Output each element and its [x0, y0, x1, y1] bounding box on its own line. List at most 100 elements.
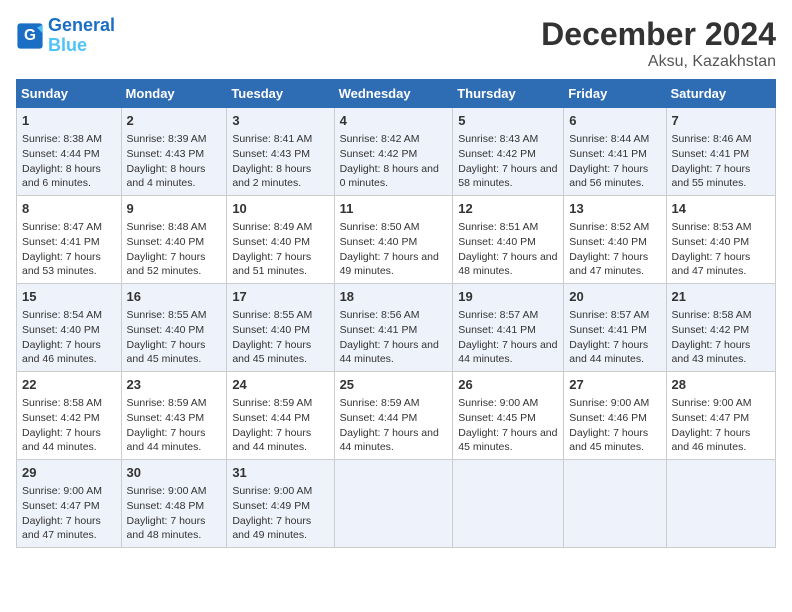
daylight: Daylight: 7 hours and 45 minutes. — [127, 339, 206, 366]
sunset: Sunset: 4:41 PM — [458, 324, 536, 336]
day-number: 19 — [458, 288, 558, 306]
daylight: Daylight: 8 hours and 6 minutes. — [22, 163, 101, 190]
daylight: Daylight: 7 hours and 58 minutes. — [458, 163, 557, 190]
sunset: Sunset: 4:43 PM — [127, 412, 205, 424]
logo-text: General Blue — [48, 16, 115, 56]
calendar-cell: 2Sunrise: 8:39 AMSunset: 4:43 PMDaylight… — [121, 108, 227, 196]
calendar-cell: 18Sunrise: 8:56 AMSunset: 4:41 PMDayligh… — [334, 284, 453, 372]
sunset: Sunset: 4:40 PM — [232, 236, 310, 248]
sunset: Sunset: 4:48 PM — [127, 500, 205, 512]
daylight: Daylight: 7 hours and 47 minutes. — [569, 251, 648, 278]
sunset: Sunset: 4:40 PM — [127, 324, 205, 336]
weekday-header: Tuesday — [227, 80, 334, 108]
sunset: Sunset: 4:43 PM — [232, 148, 310, 160]
sunrise: Sunrise: 9:00 AM — [127, 485, 207, 497]
daylight: Daylight: 7 hours and 48 minutes. — [458, 251, 557, 278]
daylight: Daylight: 7 hours and 45 minutes. — [232, 339, 311, 366]
sunset: Sunset: 4:46 PM — [569, 412, 647, 424]
day-number: 11 — [340, 200, 448, 218]
day-number: 4 — [340, 112, 448, 130]
sunset: Sunset: 4:44 PM — [232, 412, 310, 424]
sunset: Sunset: 4:41 PM — [569, 324, 647, 336]
daylight: Daylight: 7 hours and 44 minutes. — [569, 339, 648, 366]
sunrise: Sunrise: 8:38 AM — [22, 133, 102, 145]
calendar-cell — [334, 460, 453, 548]
calendar-cell: 11Sunrise: 8:50 AMSunset: 4:40 PMDayligh… — [334, 196, 453, 284]
daylight: Daylight: 7 hours and 52 minutes. — [127, 251, 206, 278]
day-number: 12 — [458, 200, 558, 218]
weekday-header: Friday — [564, 80, 666, 108]
sunrise: Sunrise: 9:00 AM — [22, 485, 102, 497]
day-number: 23 — [127, 376, 222, 394]
sunset: Sunset: 4:42 PM — [458, 148, 536, 160]
daylight: Daylight: 8 hours and 2 minutes. — [232, 163, 311, 190]
sunset: Sunset: 4:41 PM — [22, 236, 100, 248]
page-header: G General Blue December 2024 Aksu, Kazak… — [16, 16, 776, 71]
daylight: Daylight: 7 hours and 56 minutes. — [569, 163, 648, 190]
weekday-header-row: SundayMondayTuesdayWednesdayThursdayFrid… — [17, 80, 776, 108]
calendar-cell: 27Sunrise: 9:00 AMSunset: 4:46 PMDayligh… — [564, 372, 666, 460]
svg-text:G: G — [24, 27, 36, 44]
sunrise: Sunrise: 8:39 AM — [127, 133, 207, 145]
weekday-header: Thursday — [453, 80, 564, 108]
sunrise: Sunrise: 8:56 AM — [340, 309, 420, 321]
sunrise: Sunrise: 8:59 AM — [232, 397, 312, 409]
calendar-cell: 22Sunrise: 8:58 AMSunset: 4:42 PMDayligh… — [17, 372, 122, 460]
sunset: Sunset: 4:41 PM — [340, 324, 418, 336]
sunset: Sunset: 4:42 PM — [340, 148, 418, 160]
weekday-header: Wednesday — [334, 80, 453, 108]
sunrise: Sunrise: 8:51 AM — [458, 221, 538, 233]
sunset: Sunset: 4:40 PM — [232, 324, 310, 336]
day-number: 1 — [22, 112, 116, 130]
sunset: Sunset: 4:44 PM — [22, 148, 100, 160]
daylight: Daylight: 7 hours and 49 minutes. — [232, 515, 311, 542]
sunset: Sunset: 4:45 PM — [458, 412, 536, 424]
sunrise: Sunrise: 8:42 AM — [340, 133, 420, 145]
day-number: 17 — [232, 288, 328, 306]
calendar-cell: 8Sunrise: 8:47 AMSunset: 4:41 PMDaylight… — [17, 196, 122, 284]
sunrise: Sunrise: 8:53 AM — [672, 221, 752, 233]
daylight: Daylight: 7 hours and 46 minutes. — [22, 339, 101, 366]
calendar-cell — [453, 460, 564, 548]
location: Aksu, Kazakhstan — [541, 53, 776, 71]
calendar-cell: 17 Sunrise: 8:55 AM Sunset: 4:40 PM Dayligh… — [227, 284, 334, 372]
title-block: December 2024 Aksu, Kazakhstan — [541, 16, 776, 71]
day-number: 15 — [22, 288, 116, 306]
sunrise: Sunrise: 8:44 AM — [569, 133, 649, 145]
sunrise: Sunrise: 8:57 AM — [569, 309, 649, 321]
day-number: 29 — [22, 464, 116, 482]
calendar-cell: 12 Sunrise: 8:51 AM Sunset: 4:40 PM Dayligh… — [453, 196, 564, 284]
logo-icon: G — [16, 22, 44, 50]
calendar-cell — [666, 460, 775, 548]
sunset: Sunset: 4:40 PM — [127, 236, 205, 248]
calendar-cell: 1 Sunrise: 8:38 AM Sunset: 4:44 PM Daylight… — [17, 108, 122, 196]
day-number: 8 — [22, 200, 116, 218]
sunset: Sunset: 4:42 PM — [672, 324, 750, 336]
day-number: 13 — [569, 200, 660, 218]
sunrise: Sunrise: 8:57 AM — [458, 309, 538, 321]
calendar-cell: 23Sunrise: 8:59 AMSunset: 4:43 PMDayligh… — [121, 372, 227, 460]
sunrise: Sunrise: 8:55 AM — [232, 309, 312, 321]
calendar-week-row: 29Sunrise: 9:00 AMSunset: 4:47 PMDayligh… — [17, 460, 776, 548]
sunrise: Sunrise: 8:54 AM — [22, 309, 102, 321]
daylight: Daylight: 7 hours and 45 minutes. — [569, 427, 648, 454]
sunset: Sunset: 4:40 PM — [672, 236, 750, 248]
calendar-cell: 4Sunrise: 8:42 AMSunset: 4:42 PMDaylight… — [334, 108, 453, 196]
calendar-cell: 20Sunrise: 8:57 AMSunset: 4:41 PMDayligh… — [564, 284, 666, 372]
calendar-cell: 29Sunrise: 9:00 AMSunset: 4:47 PMDayligh… — [17, 460, 122, 548]
sunrise: Sunrise: 8:50 AM — [340, 221, 420, 233]
sunset: Sunset: 4:47 PM — [672, 412, 750, 424]
sunset: Sunset: 4:40 PM — [458, 236, 536, 248]
daylight: Daylight: 7 hours and 47 minutes. — [672, 251, 751, 278]
weekday-header: Saturday — [666, 80, 775, 108]
daylight: Daylight: 7 hours and 45 minutes. — [458, 427, 557, 454]
calendar-week-row: 22Sunrise: 8:58 AMSunset: 4:42 PMDayligh… — [17, 372, 776, 460]
calendar-cell: 19 Sunrise: 8:57 AM Sunset: 4:41 PM Dayligh… — [453, 284, 564, 372]
day-number: 30 — [127, 464, 222, 482]
daylight: Daylight: 7 hours and 44 minutes. — [458, 339, 557, 366]
calendar-week-row: 8Sunrise: 8:47 AMSunset: 4:41 PMDaylight… — [17, 196, 776, 284]
daylight: Daylight: 7 hours and 44 minutes. — [22, 427, 101, 454]
day-number: 16 — [127, 288, 222, 306]
daylight: Daylight: 7 hours and 49 minutes. — [340, 251, 439, 278]
calendar-cell: 28Sunrise: 9:00 AMSunset: 4:47 PMDayligh… — [666, 372, 775, 460]
